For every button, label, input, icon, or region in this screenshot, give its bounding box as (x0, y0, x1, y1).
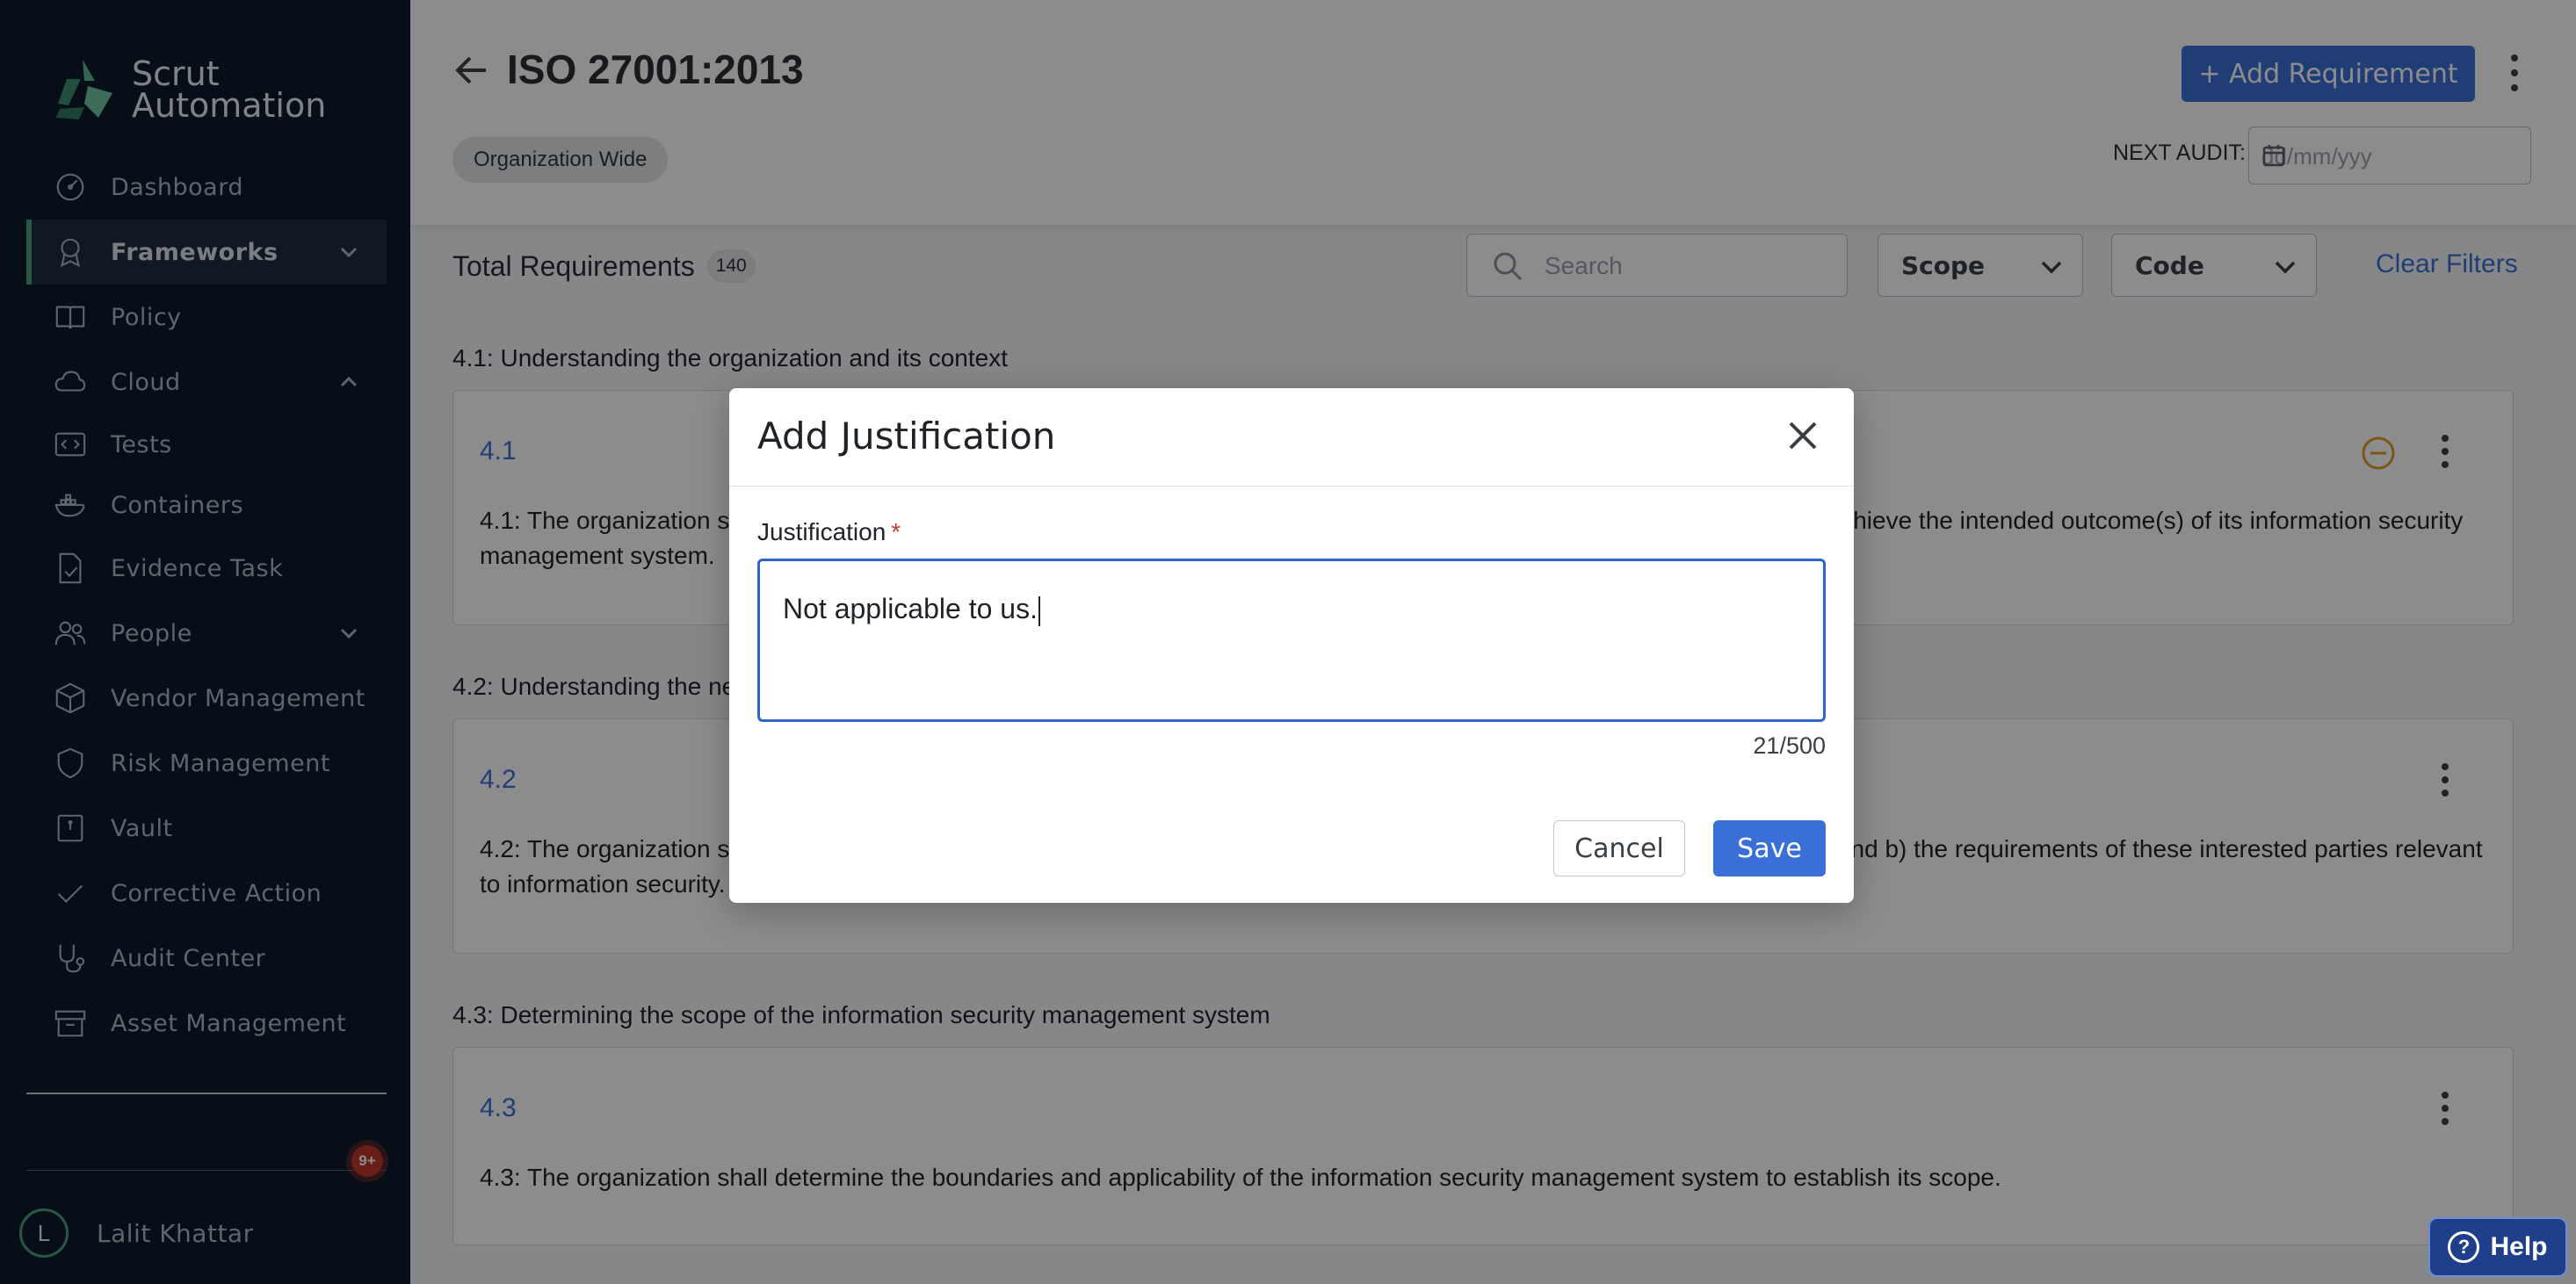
modal-divider (729, 486, 1854, 487)
justification-value: Not applicable to us. (783, 593, 1038, 624)
cancel-button[interactable]: Cancel (1553, 820, 1685, 876)
save-button[interactable]: Save (1713, 820, 1826, 876)
text-caret (1038, 595, 1040, 626)
close-icon[interactable] (1785, 418, 1820, 453)
add-justification-modal: Add Justification Justification * Not app… (729, 388, 1854, 903)
help-button[interactable]: ? Help (2428, 1217, 2567, 1277)
required-marker: * (891, 518, 901, 545)
character-counter: 21/500 (1753, 732, 1826, 759)
justification-label: Justification * (757, 518, 901, 546)
justification-textarea[interactable]: Not applicable to us. (757, 559, 1826, 722)
help-label: Help (2490, 1232, 2548, 1261)
modal-title: Add Justification (757, 415, 1056, 458)
help-icon: ? (2448, 1231, 2480, 1263)
justification-label-text: Justification (757, 518, 886, 545)
